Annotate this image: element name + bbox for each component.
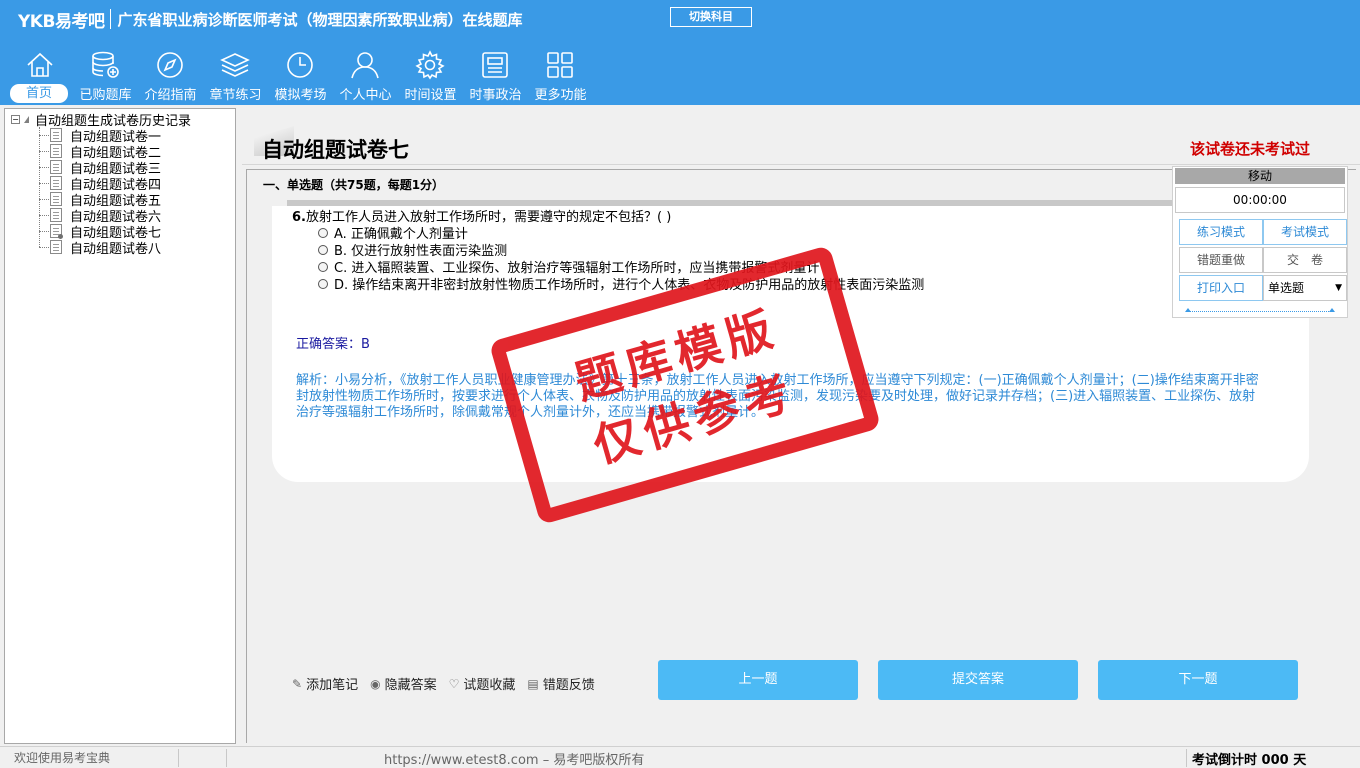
- nav-home[interactable]: 首页: [8, 44, 73, 104]
- nav-chapter-practice[interactable]: 章节练习: [203, 44, 268, 104]
- newspaper-icon: [482, 52, 508, 78]
- nav-current-affairs[interactable]: 时事政治: [463, 44, 528, 104]
- eye-icon: ◉: [370, 676, 381, 691]
- favorite-label: 试题收藏: [463, 678, 516, 693]
- nav-guide[interactable]: 介绍指南: [138, 44, 203, 104]
- radio-button[interactable]: [318, 244, 328, 255]
- nav-current-affairs-label: 时事政治: [469, 88, 522, 103]
- gear-icon: [415, 50, 445, 80]
- feedback-tool[interactable]: ▤ 错题反馈: [527, 674, 595, 694]
- radio-button[interactable]: [318, 261, 328, 272]
- copyright-url: https://www.etest8.com – 易考吧版权所有: [384, 753, 645, 768]
- user-icon: [351, 52, 379, 79]
- panel-resize-bar[interactable]: [1185, 308, 1335, 312]
- question-type-value: 单选题: [1268, 281, 1305, 295]
- next-question-button[interactable]: 下一题: [1098, 660, 1298, 700]
- tree-connector: [39, 166, 49, 168]
- document-icon: [50, 240, 62, 254]
- nav-home-label: 首页: [10, 84, 68, 103]
- nav-more-label: 更多功能: [534, 88, 587, 103]
- section-title: 一、单选题（共75题，每题1分）: [263, 178, 445, 192]
- welcome-text: 欢迎使用易考宝典: [14, 751, 111, 765]
- radio-button[interactable]: [318, 227, 328, 238]
- document-icon: [50, 224, 63, 239]
- exam-mode-button[interactable]: 考试模式: [1263, 219, 1347, 245]
- correct-answer: 正确答案：B: [296, 337, 370, 352]
- status-bar: 欢迎使用易考宝典 https://www.etest8.com – 易考吧版权所…: [0, 746, 1360, 768]
- nav-mock-exam-label: 模拟考场: [274, 88, 327, 103]
- submit-answer-button[interactable]: 提交答案: [878, 660, 1078, 700]
- feedback-icon: ▤: [527, 676, 539, 691]
- tree-connector: [39, 198, 49, 200]
- document-icon: [50, 208, 62, 222]
- redo-wrong-button[interactable]: 错题重做: [1179, 247, 1263, 273]
- tree-item-label: 自动组题试卷八: [70, 241, 162, 257]
- document-icon: [50, 176, 62, 190]
- tree-connector: [39, 214, 49, 216]
- feedback-label: 错题反馈: [542, 678, 595, 693]
- nav-personal-center-label: 个人中心: [339, 88, 392, 103]
- app-logo: YKB易考吧: [18, 11, 105, 32]
- document-icon: [50, 160, 62, 174]
- paper-history-tree: − 自动组题生成试卷历史记录 自动组题试卷一 自动组题试卷二 自动组题试卷三 自动组题…: [4, 108, 236, 744]
- collapse-icon[interactable]: −: [11, 114, 20, 124]
- status-divider: [1186, 749, 1187, 767]
- paper-title: 自动组题试卷七: [262, 138, 409, 162]
- pencil-icon: ✎: [292, 676, 303, 691]
- home-icon: [27, 52, 53, 77]
- nav-time-settings[interactable]: 时间设置: [398, 44, 463, 104]
- clock-icon: [287, 52, 313, 78]
- nav-personal-center[interactable]: 个人中心: [333, 44, 398, 104]
- main-nav: 首页 已购题库 介绍指南 章节练习 模拟考场 个人中心 时间设置 时事政治 更多…: [8, 44, 593, 104]
- submit-paper-button[interactable]: 交 卷: [1263, 247, 1347, 273]
- hide-answer-tool[interactable]: ◉ 隐藏答案: [370, 674, 437, 694]
- print-button[interactable]: 打印入口: [1179, 275, 1263, 301]
- header-bar: YKB易考吧 广东省职业病诊断医师考试（物理因素所致职业病）在线题库 切换科目 …: [0, 0, 1360, 105]
- switch-subject-button[interactable]: 切换科目: [670, 7, 752, 27]
- nav-time-settings-label: 时间设置: [404, 88, 457, 103]
- document-icon: [50, 192, 62, 206]
- move-handle[interactable]: 移动: [1175, 168, 1345, 184]
- document-icon: [50, 144, 62, 158]
- heart-icon: ♡: [448, 676, 460, 691]
- radio-button[interactable]: [318, 278, 328, 289]
- nav-more[interactable]: 更多功能: [528, 44, 593, 104]
- nav-purchased[interactable]: 已购题库: [73, 44, 138, 104]
- floating-control-panel: 移动 00:00:00 练习模式 考试模式 错题重做 交 卷 打印入口 单选题 …: [1172, 166, 1348, 318]
- tree-connector: [39, 150, 49, 152]
- status-divider: [178, 749, 179, 767]
- nav-guide-label: 介绍指南: [144, 88, 197, 103]
- tree-item[interactable]: 自动组题试卷八: [39, 239, 162, 257]
- document-icon: [50, 128, 62, 142]
- grid-icon: [547, 52, 573, 78]
- question-type-select[interactable]: 单选题 ▼: [1263, 275, 1347, 301]
- chevron-down-icon: ▼: [1335, 283, 1342, 293]
- tree-connector: [39, 134, 49, 136]
- tree-connector: [39, 182, 49, 184]
- exam-timer: 00:00:00: [1175, 187, 1345, 213]
- compass-icon: [157, 52, 183, 78]
- nav-chapter-practice-label: 章节练习: [209, 88, 262, 103]
- app-title: 广东省职业病诊断医师考试（物理因素所致职业病）在线题库: [117, 10, 523, 29]
- paper-status: 该试卷还未考试过: [1190, 140, 1311, 158]
- tree-connector: [39, 230, 49, 232]
- question-tools: ✎ 添加笔记 ◉ 隐藏答案 ♡ 试题收藏 ▤ 错题反馈: [292, 674, 607, 694]
- nav-mock-exam[interactable]: 模拟考场: [268, 44, 333, 104]
- favorite-tool[interactable]: ♡ 试题收藏: [448, 674, 516, 694]
- prev-question-button[interactable]: 上一题: [658, 660, 858, 700]
- title-separator: [110, 9, 112, 29]
- add-note-label: 添加笔记: [306, 678, 359, 693]
- layers-icon: [220, 53, 250, 77]
- hide-answer-label: 隐藏答案: [384, 678, 437, 693]
- nav-purchased-label: 已购题库: [79, 88, 132, 103]
- status-divider: [226, 749, 227, 767]
- practice-mode-button[interactable]: 练习模式: [1179, 219, 1263, 245]
- exam-countdown: 考试倒计时 000 天: [1192, 753, 1307, 768]
- add-note-tool[interactable]: ✎ 添加笔记: [292, 674, 359, 694]
- database-icon: [92, 51, 119, 78]
- tree-arrow-icon: [24, 115, 29, 123]
- question-number: 6.: [292, 210, 306, 225]
- tree-connector: [39, 246, 49, 248]
